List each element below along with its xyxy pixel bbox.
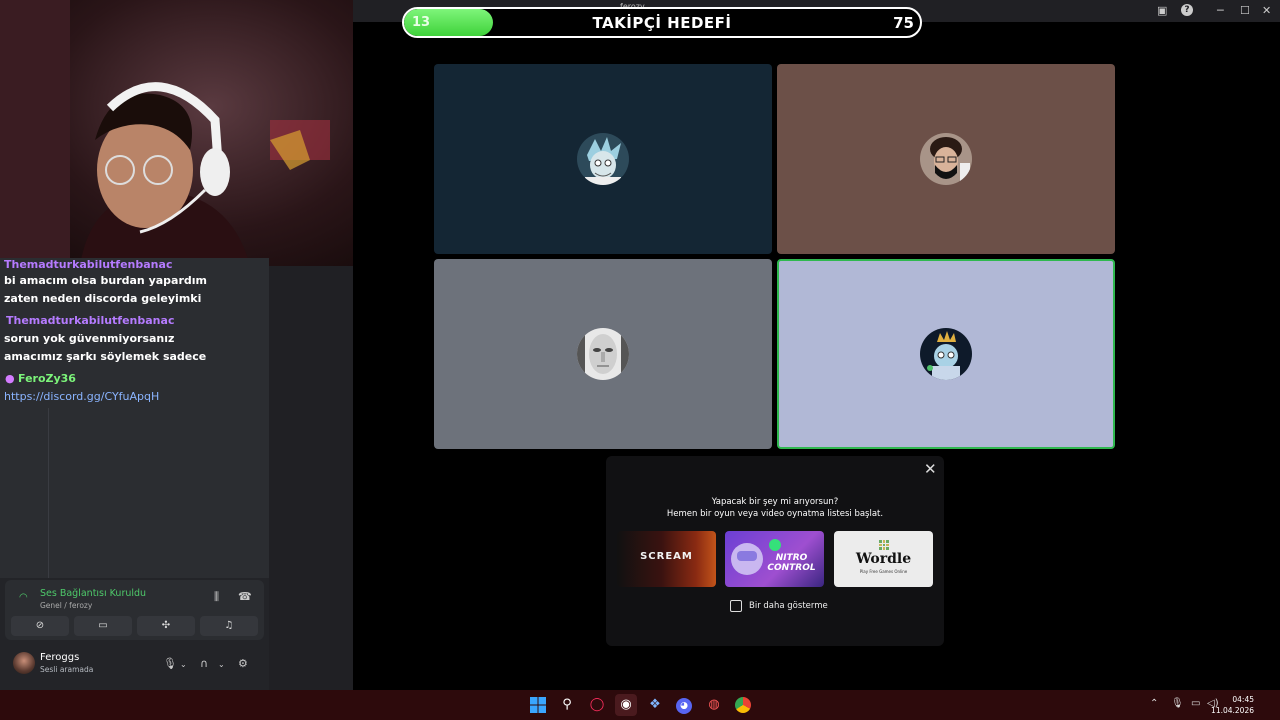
user-area: Feroggs Sesli aramada 🎙︎ ⌄ ∩ ⌄ ⚙ — [0, 648, 269, 688]
taskbar: ⚲ ◯ ◉ ❖ ◕ ◍ ⌃ 🎙︎ ▭ ◁) 04:45 11.04.2026 — [0, 690, 1280, 720]
camera-off-button[interactable]: ⊘ — [11, 616, 69, 636]
screen-share-button[interactable]: ▭ — [74, 616, 132, 636]
signal-icon: ◠ — [19, 592, 28, 603]
voice-status[interactable]: Ses Bağlantısı Kuruldu — [40, 588, 146, 599]
popup-subtitle: Hemen bir oyun veya video oynatma listes… — [666, 509, 884, 519]
minimize-button[interactable]: ─ — [1217, 4, 1224, 17]
masked-user-avatar — [920, 133, 972, 185]
network-icon[interactable]: ▭ — [1191, 698, 1200, 709]
dont-show-again-checkbox[interactable] — [730, 600, 742, 612]
soundboard-button[interactable]: ♫ — [200, 616, 258, 636]
activity-card-nitro-control[interactable]: NITRO CONTROL — [725, 531, 824, 587]
avatar[interactable] — [13, 652, 35, 674]
activities-button[interactable]: ✣ — [137, 616, 195, 636]
mic-icon: ● — [5, 372, 15, 385]
username[interactable]: Feroggs — [40, 652, 79, 663]
help-icon[interactable]: ? — [1181, 4, 1193, 16]
webcam-image — [0, 0, 330, 266]
headphones-icon[interactable]: ∩ — [200, 657, 208, 670]
voice-channel[interactable]: Genel / ferozy — [40, 601, 92, 610]
card-sublabel: Play Free Games Online — [859, 569, 908, 574]
activity-suggestion-popup: ✕ Yapacak bir şey mi arıyorsun? Hemen bi… — [606, 456, 944, 646]
crowned-rick-avatar — [920, 328, 972, 380]
disconnect-icon[interactable]: ☎ — [238, 590, 252, 603]
follower-goal-bar: 13 TAKİPÇİ HEDEFİ 75 — [402, 7, 922, 38]
chevron-up-icon[interactable]: ⌃ — [1150, 698, 1158, 709]
chevron-down-icon[interactable]: ⌄ — [218, 660, 225, 669]
chat-message-text: zaten neden discorda geleyimki — [4, 292, 202, 305]
screen: ferozy ▣ ? ─ ☐ ✕ 13 TAKİPÇİ HEDEFİ 75 ✕ … — [0, 0, 1280, 720]
date: 11.04.2026 — [1211, 706, 1254, 715]
microphone-icon[interactable]: 🎙︎ — [1171, 698, 1184, 709]
voice-connection-box: ◠ Ses Bağlantısı Kuruldu Genel / ferozy … — [5, 580, 264, 640]
app-icon[interactable]: ❖ — [644, 694, 666, 716]
statue-avatar — [577, 328, 629, 380]
participant-tile[interactable] — [434, 259, 772, 449]
gear-icon[interactable]: ⚙ — [238, 657, 248, 670]
wordle-grid-icon — [879, 540, 889, 550]
goal-title: TAKİPÇİ HEDEFİ — [592, 14, 732, 32]
opera-gx-icon[interactable]: ◯ — [586, 694, 608, 716]
rick-avatar — [577, 133, 629, 185]
goal-target: 75 — [893, 14, 914, 32]
windows-start-icon[interactable] — [527, 694, 549, 716]
close-icon[interactable]: ✕ — [924, 460, 937, 478]
close-button[interactable]: ✕ — [1262, 4, 1271, 17]
voice-panel: ◠ Ses Bağlantısı Kuruldu Genel / ferozy … — [0, 578, 269, 690]
dont-show-again-label: Bir daha gösterme — [749, 601, 828, 611]
chat-message-text: sorun yok güvenmiyorsanız — [4, 332, 175, 345]
noise-suppression-icon[interactable]: ⫼ — [214, 590, 219, 604]
clock[interactable]: 04:45 11.04.2026 — [1211, 694, 1254, 716]
card-label: Wordle — [855, 551, 912, 567]
card-label: SCREAM — [640, 551, 693, 562]
time: 04:45 — [1232, 695, 1254, 704]
microphone-icon[interactable]: 🎙︎ — [163, 657, 177, 670]
obs-icon[interactable]: ◉ — [615, 694, 637, 716]
chat-overlay: Themadturkabilutfenbanac bi amacım olsa … — [0, 258, 269, 578]
chat-message-text: amacımız şarkı söylemek sadece — [4, 350, 207, 363]
divider — [48, 408, 49, 578]
discord-icon[interactable]: ◕ — [673, 694, 695, 716]
chat-username: FeroZy36 — [18, 372, 76, 385]
maximize-button[interactable]: ☐ — [1240, 4, 1250, 17]
app-icon[interactable]: ◍ — [703, 694, 725, 716]
user-status: Sesli aramada — [40, 665, 94, 674]
participant-tile-speaking[interactable] — [777, 259, 1115, 449]
search-icon[interactable]: ⚲ — [556, 694, 578, 716]
chat-username: Themadturkabilutfenbanac — [4, 258, 173, 271]
participant-tile[interactable] — [777, 64, 1115, 254]
chevron-down-icon[interactable]: ⌄ — [180, 660, 187, 669]
webcam-feed — [0, 0, 353, 266]
participant-tile[interactable] — [434, 64, 772, 254]
popup-title: Yapacak bir şey mi arıyorsun? — [711, 497, 839, 507]
screen-share-icon[interactable]: ▣ — [1157, 4, 1167, 17]
chrome-icon[interactable] — [732, 694, 754, 716]
activity-card-wordle[interactable]: Wordle Play Free Games Online — [834, 531, 933, 587]
activity-card-scream[interactable]: SCREAM — [617, 531, 716, 587]
chat-message-text: bi amacım olsa burdan yapardım — [4, 274, 208, 287]
card-label: NITRO CONTROL — [767, 553, 816, 573]
chat-username: Themadturkabilutfenbanac — [6, 314, 175, 327]
chat-link[interactable]: https://discord.gg/CYfuApqH — [4, 390, 159, 403]
